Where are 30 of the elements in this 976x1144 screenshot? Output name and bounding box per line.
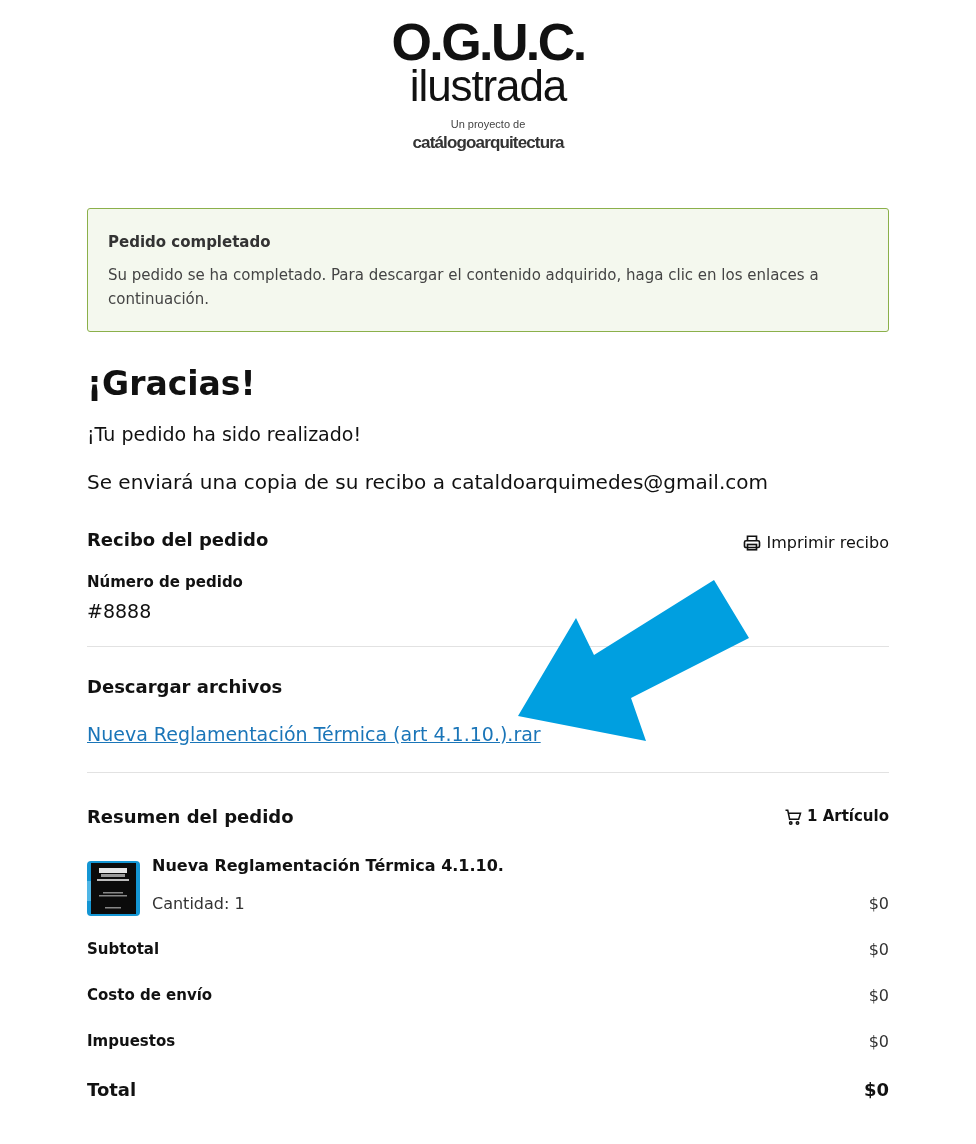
logo-subtitle: ilustrada (409, 64, 567, 108)
printer-icon (742, 533, 761, 552)
summary-value: $0 (863, 1078, 889, 1102)
summary-title: Resumen del pedido (87, 805, 294, 829)
confirmation-text: ¡Tu pedido ha sido realizado! (87, 422, 363, 447)
cart-icon (784, 807, 802, 826)
summary-label: Impuestos (87, 1031, 176, 1052)
logo-tagline: Un proyecto de (450, 117, 526, 132)
order-number-label: Número de pedido (87, 571, 244, 593)
summary-label: Costo de envío (87, 985, 213, 1006)
receipt-title: Recibo del pedido (87, 528, 269, 552)
email-note: Se enviará una copia de su recibo a cataldoarquimedes@gmail.com (87, 468, 769, 496)
logo-brand: catálogoarquitectura (412, 132, 564, 153)
print-receipt-button[interactable]: Imprimir recibo (742, 530, 889, 555)
order-number: #8888 (87, 599, 153, 624)
summary-label: Total (87, 1078, 137, 1102)
downloads-title: Descargar archivos (87, 674, 284, 699)
product-price: $0 (868, 893, 889, 915)
summary-label: Subtotal (87, 939, 160, 960)
product-name: Nueva Reglamentación Térmica 4.1.10. (152, 855, 505, 877)
item-count-text: 1 Artículo (807, 806, 889, 828)
summary-value: $0 (868, 985, 889, 1007)
thank-you-heading: ¡Gracias! (87, 363, 257, 405)
summary-value: $0 (868, 1031, 889, 1053)
product-quantity: Cantidad: 1 (152, 893, 245, 915)
logo-title: O.G.U.C. (391, 20, 585, 64)
summary-value: $0 (868, 939, 889, 961)
notice-message: Su pedido se ha completado. Para descargar el contenido adquirido, haga clic en los enlaces a continuación. (108, 265, 820, 310)
notice-title: Pedido completado (108, 231, 272, 253)
download-link[interactable]: Nueva Reglamentación Térmica (art 4.1.10.).rar (87, 719, 541, 748)
